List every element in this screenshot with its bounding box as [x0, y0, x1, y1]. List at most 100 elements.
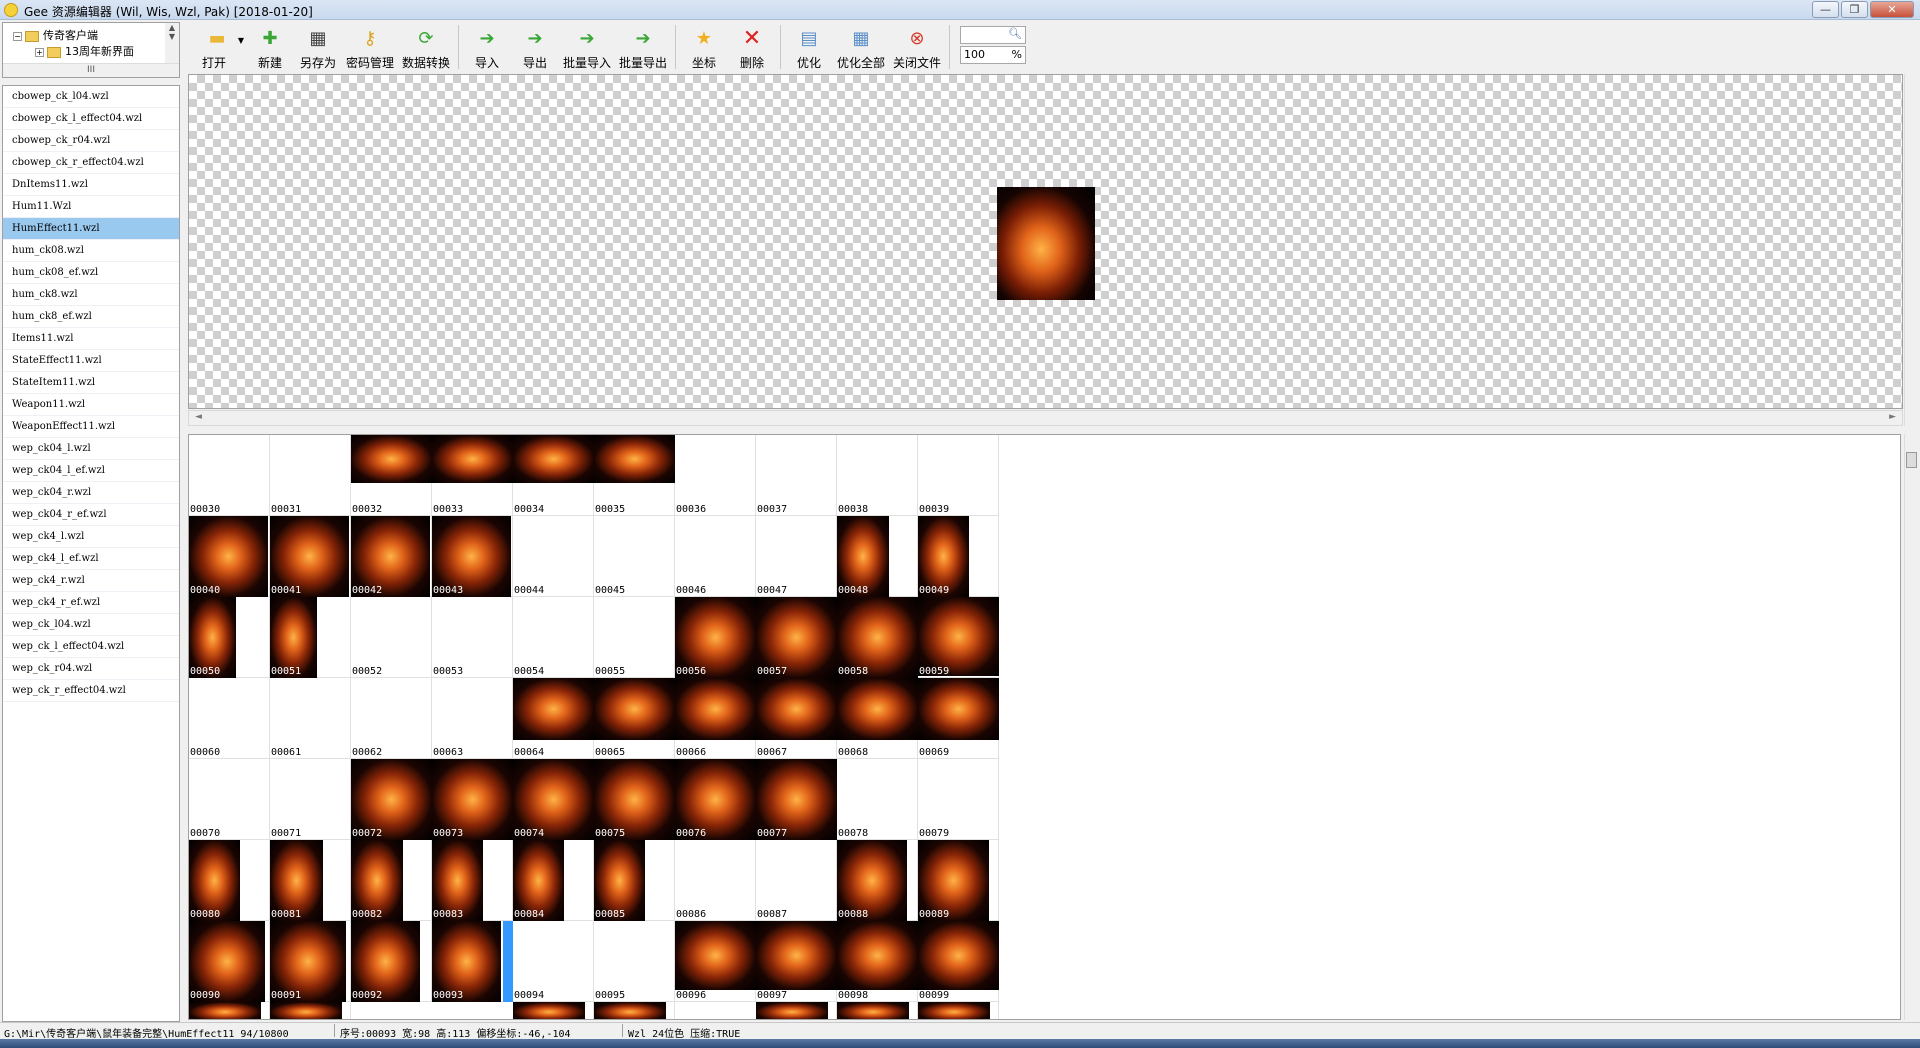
thumbnail-cell[interactable]: 00040	[189, 516, 270, 597]
file-list-item[interactable]: wep_ck04_l.wzl	[3, 438, 179, 460]
thumbnail-cell[interactable]: 00084	[513, 840, 594, 921]
expand-icon[interactable]: +	[35, 47, 44, 57]
thumbnail-cell[interactable]: 00073	[432, 759, 513, 840]
thumbnail-cell[interactable]: 00044	[513, 516, 594, 597]
thumbnail-cell[interactable]	[189, 1002, 270, 1019]
thumbnail-cell[interactable]: 00046	[675, 516, 756, 597]
batch-import-button[interactable]: ➔ 批量导入	[559, 22, 615, 72]
file-list-item[interactable]: wep_ck4_r.wzl	[3, 570, 179, 592]
thumbnail-cell[interactable]: 00090	[189, 921, 270, 1002]
thumbnail-cell[interactable]: 00031	[270, 435, 351, 516]
thumbnail-cell[interactable]: 00076	[675, 759, 756, 840]
thumbnail-cell[interactable]: 00064	[513, 678, 594, 759]
thumbnail-cell[interactable]: 00086	[675, 840, 756, 921]
collapse-icon[interactable]: −	[13, 31, 22, 41]
thumbnail-cell[interactable]: 00069	[918, 678, 999, 759]
file-list-item[interactable]: HumEffect11.wzl	[3, 218, 179, 240]
thumbnail-cell[interactable]: 00088	[837, 840, 918, 921]
thumbnail-cell[interactable]: 00051	[270, 597, 351, 678]
file-list-item[interactable]: wep_ck4_r_ef.wzl	[3, 592, 179, 614]
file-list-item[interactable]: WeaponEffect11.wzl	[3, 416, 179, 438]
thumbnail-cell[interactable]: 00037	[756, 435, 837, 516]
thumbnail-cell[interactable]: 00053	[432, 597, 513, 678]
file-list-item[interactable]: hum_ck08_ef.wzl	[3, 262, 179, 284]
thumbnail-cell[interactable]: 00072	[351, 759, 432, 840]
thumbnail-cell[interactable]: 00059	[918, 597, 999, 678]
thumbnail-cell[interactable]: 00045	[594, 516, 675, 597]
new-button[interactable]: ✚ 新建	[246, 22, 294, 72]
thumbnail-cell[interactable]: 00071	[270, 759, 351, 840]
thumbnail-cell[interactable]: 00033	[432, 435, 513, 516]
thumbnail-cell[interactable]: 00036	[675, 435, 756, 516]
tree-vertical-scrollbar[interactable]: ▲ ▼	[165, 23, 179, 65]
coordinates-button[interactable]: ★ 坐标	[680, 22, 728, 72]
import-button[interactable]: ➔ 导入	[463, 22, 511, 72]
close-button[interactable]: ✕	[1870, 1, 1914, 18]
tree-horizontal-scrollbar[interactable]: III	[3, 63, 179, 77]
thumbnail-cell[interactable]: 00079	[918, 759, 999, 840]
thumbnail-cell[interactable]: 00030	[189, 435, 270, 516]
thumbnail-cell[interactable]: 00097	[756, 921, 837, 1002]
thumbnail-cell[interactable]: 00039	[918, 435, 999, 516]
thumbnail-cell[interactable]: 00089	[918, 840, 999, 921]
file-list-item[interactable]: Items11.wzl	[3, 328, 179, 350]
file-list-item[interactable]: StateEffect11.wzl	[3, 350, 179, 372]
thumbnail-cell[interactable]	[594, 1002, 675, 1019]
thumbnail-cell[interactable]: 00077	[756, 759, 837, 840]
thumbnail-cell[interactable]: 00094	[513, 921, 594, 1002]
thumbnail-cell[interactable]: 00092	[351, 921, 432, 1002]
file-list-item[interactable]: Weapon11.wzl	[3, 394, 179, 416]
thumbnail-cell[interactable]: 00048	[837, 516, 918, 597]
file-list-item[interactable]: hum_ck8_ef.wzl	[3, 306, 179, 328]
file-list-item[interactable]: wep_ck_l_effect04.wzl	[3, 636, 179, 658]
thumbnail-cell[interactable]: 00098	[837, 921, 918, 1002]
thumbnail-cell[interactable]: 00050	[189, 597, 270, 678]
thumbnail-cell[interactable]: 00065	[594, 678, 675, 759]
thumbnail-cell[interactable]	[270, 1002, 351, 1019]
thumbnail-grid[interactable]: 00030 00031 00032 00033 00034 00035 00036 00037…	[188, 434, 1901, 1020]
thumbnail-cell[interactable]: 00081	[270, 840, 351, 921]
thumbnail-cell[interactable]: 00047	[756, 516, 837, 597]
password-manager-button[interactable]: ⚷ 密码管理	[342, 22, 398, 72]
thumbnail-cell[interactable]: 00035	[594, 435, 675, 516]
thumbnail-cell[interactable]: 00061	[270, 678, 351, 759]
thumbnail-cell[interactable]: 00043	[432, 516, 513, 597]
file-list-item[interactable]: StateItem11.wzl	[3, 372, 179, 394]
optimize-button[interactable]: ▤ 优化	[785, 22, 833, 72]
thumbnail-cell[interactable]: 00042	[351, 516, 432, 597]
thumbnail-cell[interactable]: 00096	[675, 921, 756, 1002]
thumbnail-cell[interactable]: 00083	[432, 840, 513, 921]
preview-vertical-scrollbar[interactable]	[1904, 74, 1918, 426]
thumbnail-cell[interactable]: 00095	[594, 921, 675, 1002]
tree-node-child[interactable]: +13周年新界面	[35, 43, 134, 59]
thumbnail-cell[interactable]: 00032	[351, 435, 432, 516]
file-list-item[interactable]: DnItems11.wzl	[3, 174, 179, 196]
thumbnail-cell[interactable]: 00063	[432, 678, 513, 759]
thumbnail-cell[interactable]: 00060	[189, 678, 270, 759]
file-list-item[interactable]: Hum11.Wzl	[3, 196, 179, 218]
file-list-item[interactable]: wep_ck4_l_ef.wzl	[3, 548, 179, 570]
thumbnail-cell[interactable]: 00041	[270, 516, 351, 597]
open-button[interactable]: ▬ 打开 ▼	[188, 22, 246, 72]
open-dropdown-arrow-icon[interactable]: ▼	[238, 36, 244, 45]
thumbnail-cell[interactable]: 00057	[756, 597, 837, 678]
thumbnail-cell[interactable]: 00082	[351, 840, 432, 921]
data-convert-button[interactable]: ⟳ 数据转换	[398, 22, 454, 72]
file-list-item[interactable]: cbowep_ck_r_effect04.wzl	[3, 152, 179, 174]
file-list[interactable]: cbowep_ck_l04.wzl cbowep_ck_l_effect04.wz…	[2, 85, 180, 1022]
file-list-item[interactable]: wep_ck04_l_ef.wzl	[3, 460, 179, 482]
scrollbar-thumb[interactable]	[1906, 452, 1917, 468]
save-as-button[interactable]: ▦ 另存为	[294, 22, 342, 72]
thumbnail-cell[interactable]: 00056	[675, 597, 756, 678]
preview-horizontal-scrollbar[interactable]: ◄ ►	[188, 410, 1903, 426]
thumbnail-cell[interactable]: 00091	[270, 921, 351, 1002]
file-list-item[interactable]: wep_ck04_r_ef.wzl	[3, 504, 179, 526]
thumbnail-cell[interactable]: 00085	[594, 840, 675, 921]
thumbnail-cell[interactable]: 00062	[351, 678, 432, 759]
grid-vertical-scrollbar[interactable]	[1904, 434, 1918, 1020]
thumbnail-cell[interactable]: 00087	[756, 840, 837, 921]
thumbnail-cell[interactable]: 00066	[675, 678, 756, 759]
close-file-button[interactable]: ⊗ 关闭文件	[889, 22, 945, 72]
thumbnail-cell[interactable]: 00055	[594, 597, 675, 678]
thumbnail-cell[interactable]: 00075	[594, 759, 675, 840]
